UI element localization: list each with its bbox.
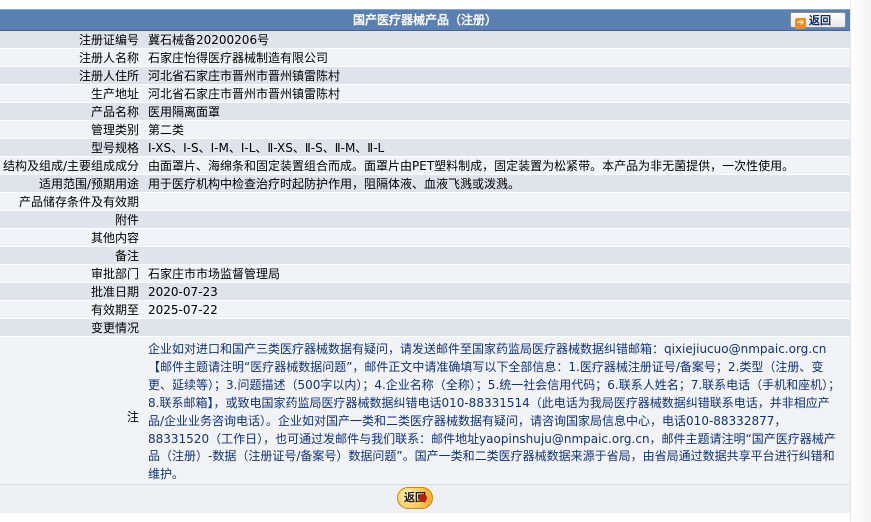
note-text: 企业如对进口和国产三类医疗器械数据有疑问，请发送邮件至国家药监局医疗器械数据纠错… — [143, 336, 850, 497]
row-value: 石家庄市市场监督管理局 — [143, 264, 850, 283]
back-button-bottom[interactable]: 返回 — [397, 487, 433, 509]
table-row: 生产地址 河北省石家庄市晋州市晋州镇雷陈村 — [0, 84, 850, 103]
row-value — [143, 318, 850, 337]
table-row: 产品名称 医用隔离面罩 — [0, 102, 850, 121]
row-label: 附件 — [0, 210, 143, 229]
table-row: 管理类别 第二类 — [0, 120, 850, 139]
right-edge — [850, 0, 871, 522]
note-row: 注 企业如对进口和国产三类医疗器械数据有疑问，请发送邮件至国家药监局医疗器械数据… — [0, 336, 850, 497]
arrow-right-icon: ➔ — [795, 18, 806, 29]
arrow-right-icon — [419, 494, 427, 502]
table-row: 其他内容 — [0, 228, 850, 247]
row-value: 河北省石家庄市晋州市晋州镇雷陈村 — [143, 84, 850, 103]
bottom-bar: 返回 — [0, 484, 850, 513]
page-title: 国产医疗器械产品（注册） — [352, 13, 497, 27]
row-label: 审批部门 — [0, 264, 143, 283]
row-label: 适用范围/预期用途 — [0, 174, 143, 193]
row-label: 变更情况 — [0, 318, 143, 337]
row-value — [143, 210, 850, 229]
page-header: 国产医疗器械产品（注册） ➔ 返回 — [0, 9, 850, 31]
row-label: 注册人名称 — [0, 48, 143, 67]
row-value: Ⅰ-XS、Ⅰ-S、Ⅰ-M、Ⅰ-L、Ⅱ-XS、Ⅱ-S、Ⅱ-M、Ⅱ-L — [143, 138, 850, 157]
back-button-top-label: 返回 — [809, 14, 831, 27]
table-row: 审批部门 石家庄市市场监督管理局 — [0, 264, 850, 283]
row-value — [143, 246, 850, 265]
row-label: 产品储存条件及有效期 — [0, 192, 143, 211]
row-value: 2025-07-22 — [143, 300, 850, 319]
row-value: 石家庄怡得医疗器械制造有限公司 — [143, 48, 850, 67]
row-value: 第二类 — [143, 120, 850, 139]
detail-page: 国产医疗器械产品（注册） ➔ 返回 注册证编号 冀石械备20200206号 注册人… — [0, 0, 850, 522]
row-label: 结构及组成/主要组成成分 — [0, 156, 143, 175]
table-row: 适用范围/预期用途 用于医疗机构中检查治疗时起防护作用，阻隔体液、血液飞溅或泼溅… — [0, 174, 850, 193]
row-label: 有效期至 — [0, 300, 143, 319]
row-value — [143, 228, 850, 247]
table-row: 变更情况 — [0, 318, 850, 337]
row-label: 批准日期 — [0, 282, 143, 301]
row-value: 冀石械备20200206号 — [143, 31, 850, 49]
row-label: 其他内容 — [0, 228, 143, 247]
row-label: 注册证编号 — [0, 31, 143, 49]
back-button-top[interactable]: ➔ 返回 — [790, 12, 846, 29]
row-label: 注册人住所 — [0, 66, 143, 85]
row-label: 管理类别 — [0, 120, 143, 139]
info-table: 注册证编号 冀石械备20200206号 注册人名称 石家庄怡得医疗器械制造有限公… — [0, 31, 850, 497]
table-row: 附件 — [0, 210, 850, 229]
row-label: 产品名称 — [0, 102, 143, 121]
table-row: 注册证编号 冀石械备20200206号 — [0, 31, 850, 49]
table-row: 备注 — [0, 246, 850, 265]
table-row: 批准日期 2020-07-23 — [0, 282, 850, 301]
row-value: 用于医疗机构中检查治疗时起防护作用，阻隔体液、血液飞溅或泼溅。 — [143, 174, 850, 193]
table-row: 型号规格 Ⅰ-XS、Ⅰ-S、Ⅰ-M、Ⅰ-L、Ⅱ-XS、Ⅱ-S、Ⅱ-M、Ⅱ-L — [0, 138, 850, 157]
row-value — [143, 192, 850, 211]
row-value: 由面罩片、海绵条和固定装置组合而成。面罩片由PET塑料制成，固定装置为松紧带。本… — [143, 156, 850, 175]
table-row: 注册人名称 石家庄怡得医疗器械制造有限公司 — [0, 48, 850, 67]
row-label: 生产地址 — [0, 84, 143, 103]
note-label: 注 — [0, 336, 143, 497]
row-label: 型号规格 — [0, 138, 143, 157]
row-value: 河北省石家庄市晋州市晋州镇雷陈村 — [143, 66, 850, 85]
table-row: 产品储存条件及有效期 — [0, 192, 850, 211]
row-value: 2020-07-23 — [143, 282, 850, 301]
table-row: 结构及组成/主要组成成分 由面罩片、海绵条和固定装置组合而成。面罩片由PET塑料… — [0, 156, 850, 175]
row-value: 医用隔离面罩 — [143, 102, 850, 121]
row-label: 备注 — [0, 246, 143, 265]
table-row: 有效期至 2025-07-22 — [0, 300, 850, 319]
table-row: 注册人住所 河北省石家庄市晋州市晋州镇雷陈村 — [0, 66, 850, 85]
